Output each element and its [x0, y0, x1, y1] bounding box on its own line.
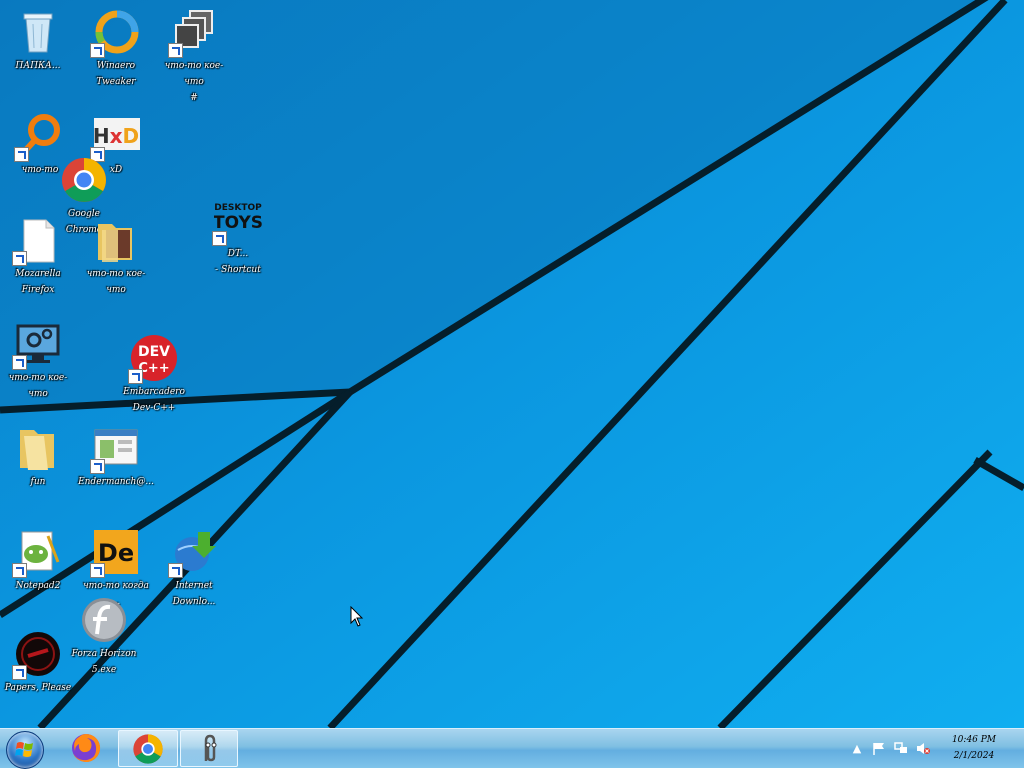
shortcut-arrow-icon	[90, 43, 105, 58]
volume-muted-icon[interactable]	[916, 742, 930, 755]
icon-label: что-то кое-что	[86, 269, 146, 295]
desktop-icon-papers-please[interactable]: Papers, Please	[0, 630, 76, 696]
taskbar-firefox[interactable]	[56, 730, 116, 767]
clock-date: 2/1/2024	[953, 751, 995, 761]
de-app-icon: De	[90, 528, 140, 578]
winaero-tweaker-icon	[90, 8, 140, 58]
shortcut-arrow-icon	[212, 231, 227, 246]
window-app-icon	[90, 424, 140, 474]
desktop-icon-stacked-windows[interactable]: что-то кое-что #	[156, 8, 232, 106]
desktop-icon-monitor-gear[interactable]: что-то кое-что	[0, 320, 76, 402]
shortcut-arrow-icon	[12, 563, 27, 578]
icon-label: Forza Horizon 5.exe	[71, 649, 137, 675]
taskbar-clippy[interactable]	[180, 730, 238, 767]
dev-cpp-icon: DEV C++	[128, 334, 178, 384]
mouse-cursor-icon	[350, 606, 364, 627]
svg-text:DESKTOP: DESKTOP	[214, 203, 262, 213]
taskbar-chrome[interactable]	[118, 730, 178, 767]
icon-label: что-то кое-что #	[164, 61, 224, 103]
desktop-icon-desktop-toys[interactable]: DESKTOP TOYS DT... - Shortcut	[200, 196, 276, 278]
chrome-icon	[60, 156, 108, 204]
shortcut-arrow-icon	[12, 665, 27, 680]
shortcut-arrow-icon	[90, 563, 105, 578]
desktop-icon-endermanch[interactable]: Endermanch@...	[78, 424, 154, 490]
icon-label: Endermanch@...	[78, 477, 154, 487]
svg-text:DEV: DEV	[138, 344, 170, 360]
internet-download-manager-icon	[168, 528, 218, 578]
desktop-toys-icon: DESKTOP TOYS	[212, 196, 263, 246]
icon-label: Winaero Tweaker	[96, 61, 136, 87]
icon-label: fun	[30, 477, 46, 487]
stacked-windows-icon	[168, 8, 218, 58]
shortcut-arrow-icon	[128, 369, 143, 384]
desktop-icon-mozarella-firefox[interactable]: Mozarella Firefox	[0, 216, 76, 298]
shortcut-arrow-icon	[168, 43, 183, 58]
windows-logo-icon	[15, 742, 33, 757]
clock[interactable]: 10:46 PM 2/1/2024	[944, 732, 1004, 764]
icon-label: DT... - Shortcut	[215, 249, 261, 275]
recycle-bin-icon	[14, 8, 62, 56]
svg-text:C++: C++	[138, 361, 169, 376]
show-hidden-icons-button[interactable]: ▲	[850, 742, 864, 755]
action-center-flag-icon[interactable]	[872, 742, 886, 755]
shortcut-arrow-icon	[168, 563, 183, 578]
flash-icon	[80, 596, 128, 644]
shortcut-arrow-icon	[90, 459, 105, 474]
system-tray: ▲ 10:46 PM 2/1/2024	[844, 729, 1024, 769]
desktop-icon-winaero-tweaker[interactable]: Winaero Tweaker	[78, 8, 154, 90]
desktop-icon-forza-horizon[interactable]: Forza Horizon 5.exe	[66, 596, 142, 678]
start-button[interactable]	[6, 731, 44, 769]
icon-label: Internet Downlo...	[172, 581, 216, 607]
desktop-icon-dev-cpp[interactable]: DEV C++ Embarcadero Dev-C++	[116, 334, 192, 416]
svg-text:TOYS: TOYS	[214, 213, 262, 233]
papers-please-icon	[12, 630, 62, 680]
hxd-icon: HxD	[90, 112, 140, 162]
desktop-icon-folder-image[interactable]: что-то кое-что	[78, 216, 154, 298]
shortcut-arrow-icon	[14, 147, 29, 162]
chrome-icon	[133, 734, 163, 764]
shortcut-arrow-icon	[12, 355, 27, 370]
folder-icon	[14, 424, 62, 472]
monitor-gear-icon	[12, 320, 62, 370]
folder-icon	[92, 216, 140, 264]
desktop-icon-internet-download-manager[interactable]: Internet Downlo...	[156, 528, 232, 610]
taskbar: ▲ 10:46 PM 2/1/2024	[0, 728, 1024, 769]
clock-time: 10:46 PM	[951, 735, 997, 745]
icon-label: что-то кое-что	[8, 373, 68, 399]
desktop-icon-fun-folder[interactable]: fun	[0, 424, 76, 490]
icon-label: Papers, Please	[4, 683, 72, 693]
blank-document-icon	[12, 216, 62, 266]
icon-label: ПАПКА...	[15, 61, 61, 71]
svg-text:HxD: HxD	[93, 124, 139, 148]
desktop-icon-recycle-bin[interactable]: ПАПКА...	[0, 8, 76, 74]
icon-label: Embarcadero Dev-C++	[123, 387, 185, 413]
paperclip-icon	[204, 734, 217, 762]
notepad2-icon	[12, 528, 62, 578]
icon-label: Notepad2	[15, 581, 61, 591]
desktop-icon-notepad2[interactable]: Notepad2	[0, 528, 76, 594]
network-icon[interactable]	[894, 742, 908, 755]
firefox-icon	[72, 733, 101, 762]
desktop[interactable]: ПАПКА... Winaero Tweaker что-то кое-что …	[0, 0, 1024, 728]
shortcut-arrow-icon	[12, 251, 27, 266]
search-ring-icon	[14, 112, 64, 162]
icon-label: Mozarella Firefox	[15, 269, 61, 295]
